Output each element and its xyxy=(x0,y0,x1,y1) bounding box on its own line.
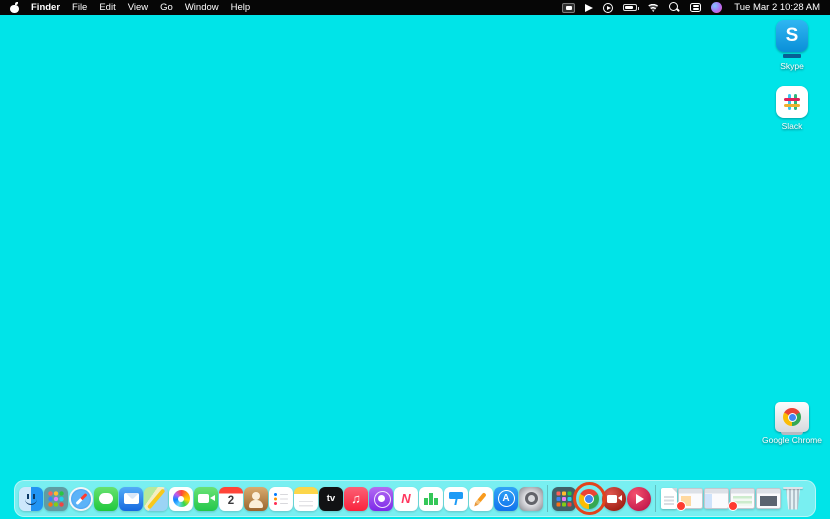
desktop-icon-label-skype: Skype xyxy=(780,61,804,71)
desktop-icon-google-chrome[interactable]: Google Chrome xyxy=(760,402,824,445)
facetime-icon xyxy=(198,494,209,503)
chrome-installer-drive-icon xyxy=(775,402,809,432)
play-status-icon[interactable] xyxy=(603,3,613,13)
document-dock-icon[interactable] xyxy=(660,487,677,511)
skype-glyph: S xyxy=(786,25,799,47)
desktop-surface[interactable]: Finder File Edit View Go Window Help Tue… xyxy=(0,0,830,519)
launchpad-icon xyxy=(48,491,64,507)
pages-icon xyxy=(475,492,486,505)
trash-icon xyxy=(785,488,802,510)
share-arrow-icon[interactable] xyxy=(585,4,593,12)
notes-icon xyxy=(299,498,313,508)
reminders-icon xyxy=(273,492,289,506)
podcasts-dock-icon[interactable] xyxy=(369,487,393,511)
camera-app-icon xyxy=(607,495,617,503)
menu-item-view[interactable]: View xyxy=(128,2,148,13)
numbers-icon xyxy=(424,492,438,505)
menu-item-go[interactable]: Go xyxy=(160,2,173,13)
pages-dock-icon[interactable] xyxy=(469,487,493,511)
facetime-dock-icon[interactable] xyxy=(194,487,218,511)
camera-app-dock-icon[interactable] xyxy=(602,487,626,511)
document-icon xyxy=(661,488,677,509)
chrome-dock-icon[interactable] xyxy=(577,487,601,511)
menu-item-file[interactable]: File xyxy=(72,2,87,13)
messages-icon xyxy=(99,493,113,504)
record-app-icon xyxy=(636,494,644,504)
calendar-icon: 2 xyxy=(228,490,234,508)
photos-icon xyxy=(173,490,190,507)
screen-recording-indicator-icon[interactable] xyxy=(562,3,575,13)
podcasts-icon xyxy=(378,495,385,502)
dock: 2 tv ♫ N A xyxy=(14,480,816,517)
launchpad-dock-icon[interactable] xyxy=(44,487,68,511)
siri-icon[interactable] xyxy=(711,2,722,13)
dock-separator xyxy=(655,485,656,512)
control-center-icon[interactable] xyxy=(690,3,701,12)
news-dock-icon[interactable]: N xyxy=(394,487,418,511)
window-thumb-4-icon xyxy=(757,489,780,508)
desktop-icon-label-google-chrome: Google Chrome xyxy=(762,435,822,445)
photos-dock-icon[interactable] xyxy=(169,487,193,511)
music-dock-icon[interactable]: ♫ xyxy=(344,487,368,511)
news-icon: N xyxy=(401,492,410,505)
finder-dock-icon[interactable] xyxy=(19,487,43,511)
desktop-icon-label-slack: Slack xyxy=(782,121,803,131)
safari-icon xyxy=(71,489,91,509)
contacts-dock-icon[interactable] xyxy=(244,487,268,511)
calendar-dock-icon[interactable]: 2 xyxy=(219,487,243,511)
skype-app-icon: S xyxy=(776,20,808,52)
window-thumb-3-dock-icon[interactable] xyxy=(730,488,755,509)
menu-bar-left: Finder File Edit View Go Window Help xyxy=(10,2,250,13)
chrome-icon xyxy=(579,489,599,509)
notes-dock-icon[interactable] xyxy=(294,487,318,511)
menu-clock[interactable]: Tue Mar 2 10:28 AM xyxy=(734,2,820,13)
record-app-dock-icon[interactable] xyxy=(627,487,651,511)
menu-bar-status-area: Tue Mar 2 10:28 AM xyxy=(562,2,820,13)
menu-app-name[interactable]: Finder xyxy=(31,2,60,13)
slack-hash-icon xyxy=(784,94,800,110)
battery-icon[interactable] xyxy=(623,4,637,11)
messages-dock-icon[interactable] xyxy=(94,487,118,511)
keynote-icon xyxy=(449,492,463,505)
tv-dock-icon[interactable]: tv xyxy=(319,487,343,511)
desktop-icon-skype[interactable]: S Skype xyxy=(760,20,824,71)
chrome-logo-icon xyxy=(783,408,801,426)
contacts-icon xyxy=(252,492,260,500)
wifi-icon[interactable] xyxy=(647,3,659,12)
menu-item-edit[interactable]: Edit xyxy=(99,2,115,13)
system-preferences-icon xyxy=(525,492,538,505)
mail-dock-icon[interactable] xyxy=(119,487,143,511)
system-preferences-dock-icon[interactable] xyxy=(519,487,543,511)
finder-icon xyxy=(24,493,38,505)
keynote-dock-icon[interactable] xyxy=(444,487,468,511)
dock-separator xyxy=(547,485,548,512)
reminders-dock-icon[interactable] xyxy=(269,487,293,511)
app-store-dock-icon[interactable]: A xyxy=(494,487,518,511)
window-thumb-1-icon xyxy=(679,489,702,508)
numbers-dock-icon[interactable] xyxy=(419,487,443,511)
window-thumb-2-icon xyxy=(705,489,728,508)
window-thumb-4-dock-icon[interactable] xyxy=(756,488,781,509)
maps-icon xyxy=(147,488,165,509)
trash-dock-icon[interactable] xyxy=(782,487,804,511)
window-thumb-2-dock-icon[interactable] xyxy=(704,488,729,509)
slack-app-icon xyxy=(776,86,808,118)
spotlight-search-icon[interactable] xyxy=(669,2,680,13)
window-thumb-3-icon xyxy=(731,489,754,508)
app-store-icon: A xyxy=(498,490,515,507)
maps-dock-icon[interactable] xyxy=(144,487,168,511)
music-icon: ♫ xyxy=(351,492,361,505)
grid-app-icon xyxy=(557,491,561,495)
menu-bar: Finder File Edit View Go Window Help Tue… xyxy=(0,0,830,15)
skype-badge xyxy=(783,54,801,58)
menu-item-help[interactable]: Help xyxy=(231,2,251,13)
apple-menu-icon[interactable] xyxy=(10,2,19,13)
grid-app-dock-icon[interactable] xyxy=(552,487,576,511)
desktop-icon-slack[interactable]: Slack xyxy=(760,86,824,131)
window-thumb-1-dock-icon[interactable] xyxy=(678,488,703,509)
mail-icon xyxy=(124,493,139,504)
tv-icon: tv xyxy=(327,494,335,504)
safari-dock-icon[interactable] xyxy=(69,487,93,511)
menu-item-window[interactable]: Window xyxy=(185,2,219,13)
